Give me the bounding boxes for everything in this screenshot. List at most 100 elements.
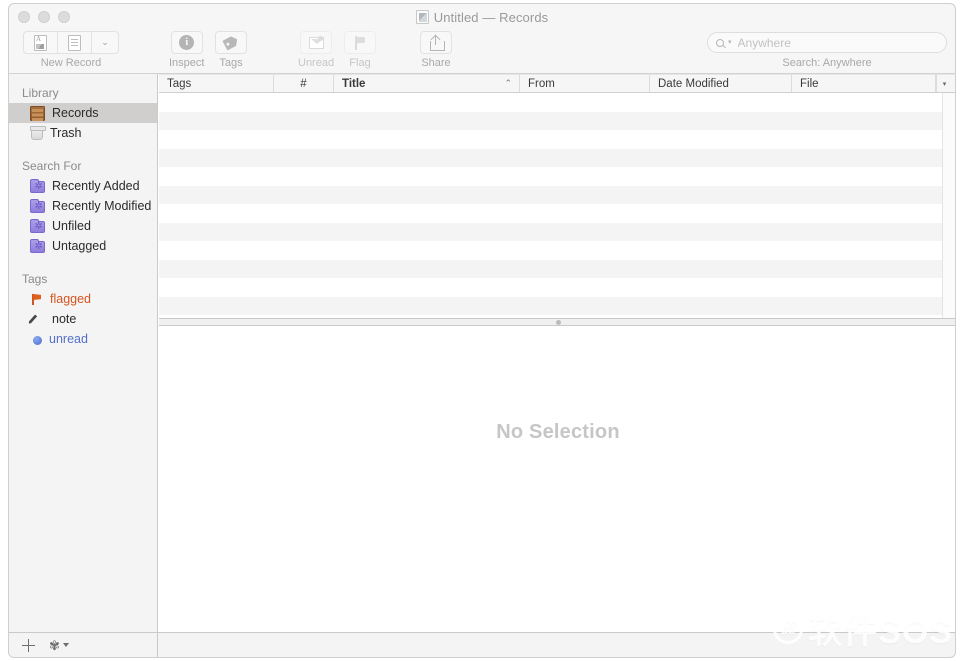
unread-label: Unread [298, 57, 335, 69]
column-header-label: # [300, 77, 307, 90]
inspect-button[interactable]: i [170, 31, 203, 54]
no-selection-message: No Selection [496, 421, 620, 443]
column-header-tags[interactable]: Tags [159, 75, 274, 92]
share-button[interactable] [420, 31, 452, 54]
column-header-label: File [800, 77, 819, 90]
column-header-date-modified[interactable]: Date Modified [650, 75, 792, 92]
tags-button[interactable] [215, 31, 247, 54]
application-window: Untitled — Records ⌄ New Record i [0, 0, 963, 661]
sidebar-item-label: Trash [50, 126, 82, 140]
pane-splitter[interactable] [159, 318, 955, 326]
sidebar-item-tag-note[interactable]: note [9, 309, 157, 329]
column-options-icon[interactable]: ▾ [936, 75, 952, 92]
window-body: Library Records Trash Search For Recentl… [8, 74, 956, 632]
column-header-from[interactable]: From [520, 75, 650, 92]
chevron-down-icon [62, 643, 69, 647]
add-item-button[interactable] [22, 638, 35, 652]
table-row[interactable] [159, 185, 955, 204]
traffic-lights [18, 10, 70, 23]
minimize-button[interactable] [38, 10, 50, 23]
sidebar-item-label: Recently Added [52, 179, 140, 193]
flag-icon [354, 35, 366, 50]
sidebar-item-trash[interactable]: Trash [9, 123, 157, 143]
trash-icon [30, 126, 46, 140]
new-text-record-icon [68, 34, 81, 51]
sidebar: Library Records Trash Search For Recentl… [9, 74, 158, 632]
sidebar-section-header-library: Library [22, 86, 59, 100]
column-header-title[interactable]: Title ⌃ [334, 75, 520, 92]
new-record-label: New Record [40, 57, 102, 69]
unread-group: Unread [298, 31, 334, 69]
new-image-record-button[interactable] [23, 31, 57, 54]
column-header-file[interactable]: File [792, 75, 936, 92]
flag-group: Flag [344, 31, 376, 69]
table-row[interactable] [159, 167, 955, 186]
flag-button[interactable] [344, 31, 376, 54]
sidebar-item-label: Records [52, 106, 99, 120]
smart-folder-icon [30, 239, 45, 253]
sidebar-bottom-controls: ✾ [9, 633, 158, 657]
sidebar-item-label: Unfiled [52, 219, 91, 233]
table-row[interactable] [159, 296, 955, 315]
inspect-group: i Inspect [169, 31, 204, 69]
unread-icon [308, 35, 324, 49]
column-header-label: Tags [167, 77, 192, 90]
search-scope-status: Search: Anywhere [782, 57, 872, 69]
smart-folder-icon [30, 199, 45, 213]
table-row[interactable] [159, 222, 955, 241]
table-row[interactable] [159, 278, 955, 297]
column-header-label: Title [342, 77, 366, 90]
table-row[interactable] [159, 111, 955, 130]
table-row[interactable] [159, 148, 955, 167]
sidebar-item-label: flagged [50, 292, 92, 306]
table-row[interactable] [159, 93, 955, 112]
close-button[interactable] [18, 10, 30, 23]
sidebar-item-label: unread [49, 332, 88, 346]
column-header-label: From [528, 77, 555, 90]
sort-ascending-icon: ⌃ [504, 78, 512, 88]
gear-icon: ✾ [49, 637, 60, 653]
action-menu-button[interactable]: ✾ [49, 639, 69, 652]
chevron-down-icon: ⌄ [101, 37, 109, 47]
splitter-handle[interactable] [555, 319, 561, 325]
sidebar-item-label: note [52, 312, 77, 326]
unread-button[interactable] [300, 31, 333, 54]
window-titlebar: Untitled — Records [8, 3, 956, 29]
sidebar-item-recently-added[interactable]: Recently Added [9, 176, 157, 196]
sidebar-item-tag-unread[interactable]: unread [9, 329, 157, 349]
column-header-count[interactable]: # [274, 75, 334, 92]
table-row[interactable] [159, 204, 955, 223]
sidebar-item-unfiled[interactable]: Unfiled [9, 216, 157, 236]
search-field[interactable]: ▾ [707, 32, 947, 53]
new-text-record-button[interactable] [57, 31, 91, 54]
flag-label: Flag [349, 57, 371, 69]
sidebar-item-untagged[interactable]: Untagged [9, 236, 157, 256]
table-row[interactable] [159, 130, 955, 149]
window-title: Untitled — Records [433, 9, 549, 25]
pencil-icon [30, 312, 45, 327]
file-cabinet-icon [30, 105, 45, 121]
document-icon [415, 10, 429, 24]
new-record-menu-button[interactable]: ⌄ [91, 31, 119, 54]
search-input[interactable] [737, 35, 938, 50]
sidebar-item-records[interactable]: Records [9, 103, 157, 123]
sidebar-item-label: Untagged [52, 239, 107, 253]
column-header-label: Date Modified [658, 77, 729, 90]
smart-folder-icon [30, 219, 45, 233]
sidebar-section-header-search-for: Search For [22, 159, 82, 173]
zoom-button[interactable] [58, 10, 70, 23]
smart-folder-icon [30, 179, 45, 193]
sidebar-item-tag-flagged[interactable]: flagged [9, 289, 157, 309]
window-title-group: Untitled — Records [9, 4, 955, 30]
dot-icon [33, 336, 42, 345]
search-icon [716, 38, 724, 47]
list-vertical-scrollbar[interactable] [942, 93, 955, 318]
table-row[interactable] [159, 259, 955, 278]
table-row[interactable] [159, 241, 955, 260]
record-rows [159, 93, 955, 315]
record-list-pane: Tags # Title ⌃ From Date Modified File ▾ [159, 74, 955, 318]
search-scope-chevron-icon[interactable]: ▾ [728, 39, 732, 46]
sidebar-item-label: Recently Modified [52, 199, 152, 213]
sidebar-item-recently-modified[interactable]: Recently Modified [9, 196, 157, 216]
info-icon: i [179, 35, 195, 50]
